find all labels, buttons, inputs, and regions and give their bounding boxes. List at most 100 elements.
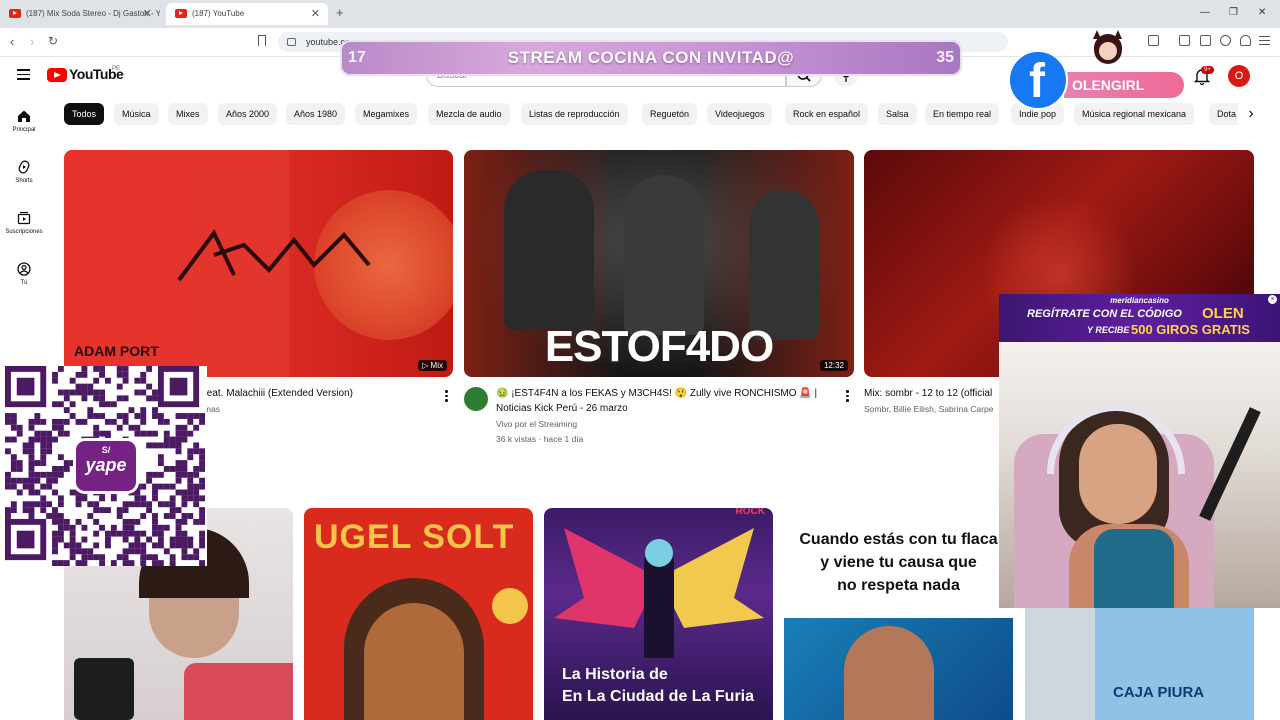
chip[interactable]: En tiempo real [925,103,1000,125]
thumbnail-label: ROCK [735,508,765,517]
youtube-favicon-icon [175,9,187,18]
shorts-icon [18,160,30,174]
stream-right-counter: 35 [936,49,954,66]
more-actions-icon[interactable] [445,390,448,404]
close-tab-icon[interactable]: ✕ [311,3,320,25]
winged-figure-illustration [554,528,764,658]
sun-graphic [492,588,528,624]
thumbnail-text: ESTOF4DO [544,322,774,371]
chip[interactable]: Años 1980 [286,103,346,125]
chip[interactable]: Listas de reproducción [521,103,628,125]
sidebar-item-label: Suscripciones [5,229,43,235]
chips-next-arrow-icon[interactable]: › [1238,101,1264,127]
video-title[interactable]: feat. Malachiii (Extended Version) [204,386,353,401]
notification-count-badge: 9+ [1201,66,1214,74]
video-thumbnail[interactable]: CAJA PIURA [1025,608,1254,720]
casino-line2: Y RECIBE [1087,325,1130,335]
chip[interactable]: Mixes [168,103,208,125]
wallet-icon[interactable] [1200,35,1211,46]
video-title[interactable]: 🤢 ¡EST4F4N a los FEKAS y M3CH4S! 😲 Zully… [496,386,836,416]
reload-icon[interactable]: ↻ [48,34,58,48]
chip[interactable]: Megamixes [355,103,418,125]
thumbnail-text: La Historia de En La Ciudad de La Furia [562,666,755,705]
handwritten-art-graphic [177,229,371,282]
stream-title-banner: 17 STREAM COCINA CON INVITAD@ 35 [340,40,962,76]
close-window-button[interactable]: ✕ [1258,7,1266,18]
video-duration: 12:32 [819,360,848,371]
microphone-graphic [74,658,134,720]
chip[interactable]: Años 2000 [218,103,278,125]
bookmark-icon[interactable] [258,35,266,46]
streamer-avatar-illustration [1090,30,1126,72]
portrait-face [364,603,464,720]
facebook-icon: f [1008,50,1068,110]
menu-icon[interactable] [1259,36,1270,45]
chip[interactable]: Mezcla de audio [428,103,510,125]
sidebar-icon[interactable] [1179,35,1190,46]
sidebar-item-label: Shorts [15,178,33,184]
video-thumbnail[interactable]: UGEL SOLT [304,508,533,720]
facebook-letter: f [1029,55,1045,108]
clothing-graphic [184,663,293,720]
video-channel[interactable]: Vivo por el Streaming [496,418,577,431]
casino-brand: meridiancasino [1110,296,1169,305]
extensions-icon[interactable] [1148,35,1159,46]
sidebar-item-label: Tú [20,280,28,286]
restore-button[interactable]: ❐ [1229,7,1238,18]
sidebar-item-home[interactable]: Principal [0,109,48,133]
person-figure [504,170,594,330]
chip[interactable]: Videojuegos [707,103,773,125]
mix-badge-label: Mix [430,361,443,370]
chip[interactable]: Música [114,103,159,125]
minimize-button[interactable]: — [1200,7,1210,18]
video-title[interactable]: Mix: sombr - 12 to 12 (official [864,386,998,401]
close-tab-icon[interactable]: ✕ [143,3,152,25]
account-avatar[interactable]: O [1228,65,1250,87]
channel-avatar[interactable] [464,387,488,411]
yape-wordmark: yape [85,455,127,475]
chip[interactable]: Salsa [878,103,917,125]
sidebar-item-shorts[interactable]: Shorts [0,160,48,184]
thumbnail-text: Cuando estás con tu flaca y viene tu cau… [799,531,998,594]
chip-todos[interactable]: Todos [64,103,105,125]
browser-tab-bar: (187) Mix Soda Stereo - Dj Gaston - Y ✕ … [0,0,1280,28]
thumbnail-text: CAJA PIURA [1113,684,1205,701]
thumbnail-text: ADAM PORT [74,343,159,359]
browser-tab[interactable]: (187) Mix Soda Stereo - Dj Gaston - Y ✕ [0,3,160,25]
casino-offer: 500 GIROS GRATIS [1131,322,1250,337]
video-thumbnail[interactable]: ADAM PORT ▷ Mix [64,150,453,377]
forward-icon[interactable]: › [30,34,34,49]
new-tab-button[interactable]: + [336,5,344,20]
sidebar-item-subscriptions[interactable]: Suscripciones [0,211,48,235]
video-channel[interactable]: Sombr, Billie Eilish, Sabrina Carpe [864,403,998,416]
chip[interactable]: Rock en español [785,103,869,125]
leo-icon[interactable] [1220,35,1231,46]
back-icon[interactable]: ‹ [10,34,14,49]
video-thumbnail[interactable]: ESTOF4DO 12:32 [464,150,854,377]
sidebar-item-you[interactable]: Tú [0,262,48,286]
yape-logo: S/ yape [73,438,139,494]
jersey-graphic [1095,608,1254,720]
video-thumbnail[interactable]: ROCK La Historia de En La Ciudad de La F… [544,508,773,720]
video-thumbnail[interactable]: Cuando estás con tu flaca y viene tu cau… [784,508,1013,720]
youtube-logo-icon[interactable] [47,68,67,82]
region-code: PE [112,66,121,72]
chip[interactable]: Reguetón [642,103,698,125]
more-actions-icon[interactable] [846,390,849,404]
site-info-icon[interactable] [287,38,296,46]
home-icon [18,110,30,122]
casino-ad-banner: meridiancasino REGÍTRATE CON EL CÓDIGO O… [999,294,1280,342]
yape-qr-code: S/ yape [3,366,207,566]
shield-icon[interactable] [1240,35,1251,46]
streamer-shirt [1094,529,1174,608]
chip[interactable]: Música regional mexicana [1074,103,1195,125]
person-figure [624,175,704,335]
guide-menu-icon[interactable] [17,69,30,80]
person-face [844,626,934,720]
video-stats: 36 k vistas · hace 1 día [496,434,584,444]
thumbnail-text: UGEL SOLT [314,518,515,556]
close-ad-icon[interactable]: × [1268,295,1277,304]
you-icon [17,262,31,276]
casino-line1: REGÍTRATE CON EL CÓDIGO [1027,308,1182,320]
browser-tab-active[interactable]: (187) YouTube ✕ [166,3,328,25]
